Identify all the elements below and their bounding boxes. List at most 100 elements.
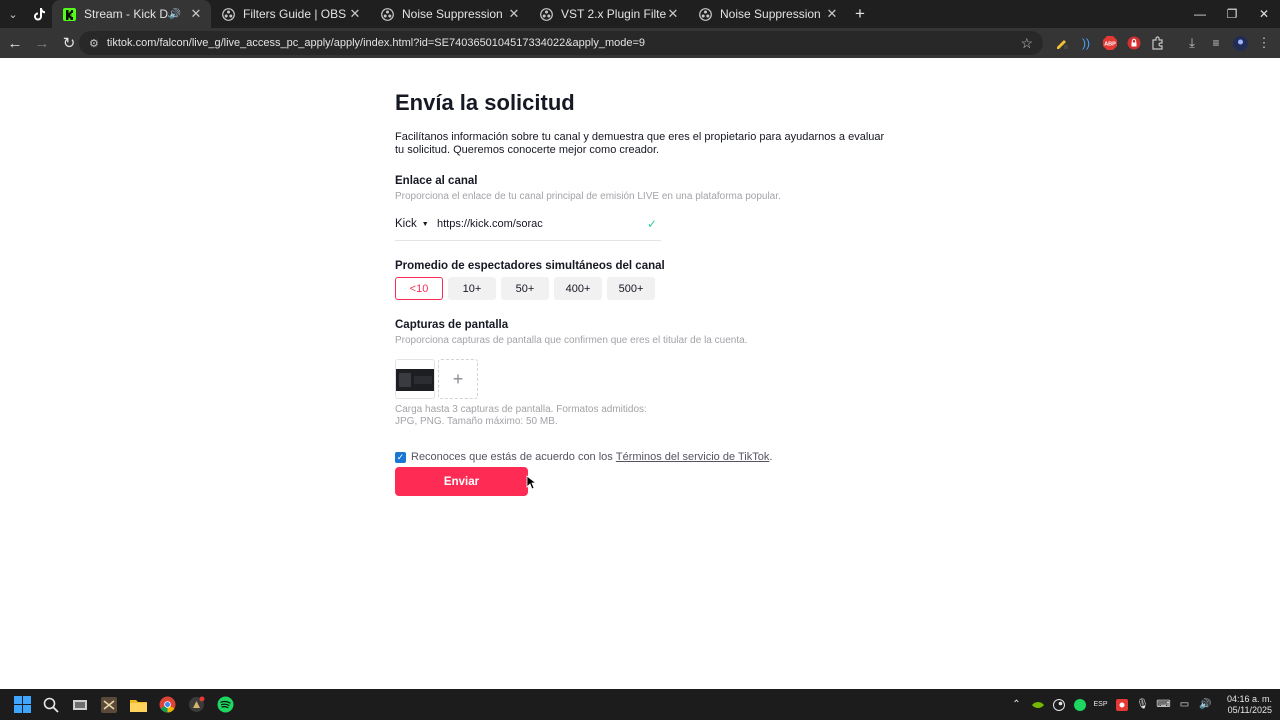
- address-bar[interactable]: ⚙ tiktok.com/falcon/live_g/live_access_p…: [79, 31, 1043, 55]
- viewers-option-10[interactable]: 10+: [448, 277, 496, 300]
- submit-button[interactable]: Enviar: [395, 467, 528, 496]
- viewers-option-500[interactable]: 500+: [607, 277, 655, 300]
- close-icon[interactable]: ✕: [825, 6, 839, 22]
- tab-vst-plugin[interactable]: VST 2.x Plugin Filter | OBS ✕: [529, 0, 688, 28]
- svg-text:ABP: ABP: [1104, 42, 1116, 48]
- channel-link-helper: Proporciona el enlace de tu canal princi…: [395, 191, 781, 202]
- keyboard-icon[interactable]: ⌨: [1153, 694, 1174, 715]
- page-title: Envía la solicitud: [395, 90, 575, 115]
- new-tab-button[interactable]: +: [847, 0, 873, 28]
- close-icon[interactable]: ✕: [507, 6, 521, 22]
- chrome-icon[interactable]: [153, 691, 181, 719]
- channel-link-field: Kick ▼ ✓: [395, 208, 661, 241]
- edit-extension-icon[interactable]: [1050, 31, 1074, 55]
- terms-prefix: Reconoces que estás de acuerdo con los: [411, 451, 613, 463]
- pinned-tab-tiktok[interactable]: [26, 0, 52, 28]
- app-icon-streaming[interactable]: [182, 691, 210, 719]
- back-icon[interactable]: ←: [3, 31, 27, 55]
- language-icon[interactable]: ESP: [1090, 694, 1111, 715]
- tab-noise-suppression-1[interactable]: Noise Suppression Filter | OBS ✕: [370, 0, 529, 28]
- tiktok-icon: [34, 7, 45, 20]
- viewers-option-50[interactable]: 50+: [501, 277, 549, 300]
- file-explorer-icon[interactable]: [124, 691, 152, 719]
- viewers-option-lt10[interactable]: <10: [395, 277, 443, 300]
- viewers-option-400[interactable]: 400+: [554, 277, 602, 300]
- nvidia-icon[interactable]: [1027, 694, 1048, 715]
- viewers-label: Promedio de espectadores simultáneos del…: [395, 260, 665, 272]
- terms-link[interactable]: Términos del servicio de TikTok: [616, 451, 769, 463]
- url-text[interactable]: tiktok.com/falcon/live_g/live_access_pc_…: [107, 37, 1021, 49]
- windows-taskbar: ⌃ ESP 🎙 ⌨ ▭ 🔊 04:16 a. m. 05/11/2025: [0, 689, 1280, 720]
- speaker-icon[interactable]: 🔊: [169, 9, 181, 20]
- extensions-puzzle-icon[interactable]: [1146, 31, 1170, 55]
- mouse-cursor-icon: [526, 475, 536, 490]
- channel-url-input[interactable]: [437, 218, 647, 230]
- download-icon[interactable]: ⤓: [1180, 31, 1204, 55]
- obs-icon: [698, 7, 712, 21]
- intro-text: Facilítanos información sobre tu canal y…: [395, 131, 885, 156]
- media-control-icon[interactable]: ≡: [1204, 31, 1228, 55]
- site-info-icon[interactable]: ⚙: [89, 37, 99, 50]
- platform-value: Kick: [395, 218, 417, 230]
- extensions-area: )) ABP ⤓ ≡ ⋮: [1050, 31, 1276, 55]
- browser-menu-icon[interactable]: ⋮: [1252, 31, 1276, 55]
- tab-title: Filters Guide | OBS: [243, 7, 347, 21]
- check-icon: ✓: [646, 217, 657, 231]
- windows-start-icon[interactable]: [8, 691, 36, 719]
- platform-select[interactable]: Kick ▼: [395, 218, 437, 230]
- add-screenshot-button[interactable]: +: [438, 359, 478, 399]
- microphone-icon[interactable]: 🎙: [1132, 694, 1153, 715]
- viewers-options: <10 10+ 50+ 400+ 500+: [395, 277, 655, 300]
- terms-checkbox[interactable]: ✓: [395, 451, 406, 463]
- caret-down-icon: ▼: [421, 220, 429, 228]
- upload-note: Carga hasta 3 capturas de pantalla. Form…: [395, 404, 647, 427]
- tab-title: VST 2.x Plugin Filter | OBS: [561, 7, 666, 21]
- task-view-icon[interactable]: [66, 691, 94, 719]
- close-icon[interactable]: ✕: [348, 6, 362, 22]
- chevron-up-icon[interactable]: ⌃: [1006, 694, 1027, 715]
- reload-icon[interactable]: ↻: [57, 31, 81, 55]
- minimize-icon[interactable]: —: [1184, 0, 1216, 28]
- plus-icon: +: [452, 368, 464, 389]
- clock-time: 04:16 a. m.: [1226, 693, 1272, 704]
- tab-title: Stream - Kick Dashboard: [84, 7, 169, 21]
- close-window-icon[interactable]: ✕: [1248, 0, 1280, 28]
- steam-icon[interactable]: [1048, 694, 1069, 715]
- screenshot-image: [396, 369, 434, 391]
- forward-icon[interactable]: →: [30, 31, 54, 55]
- app-icon-game[interactable]: [95, 691, 123, 719]
- obs-icon: [539, 7, 553, 21]
- volume-icon[interactable]: 🔊: [1195, 694, 1216, 715]
- screenshots-label: Capturas de pantalla: [395, 319, 509, 331]
- audio-extension-icon[interactable]: )): [1074, 31, 1098, 55]
- spotify-icon[interactable]: [211, 691, 239, 719]
- window-controls: — ❐ ✕: [1184, 0, 1280, 28]
- spotify-tray-icon[interactable]: [1069, 694, 1090, 715]
- terms-row: ✓ Reconoces que estás de acuerdo con los…: [395, 451, 772, 463]
- tab-kick-dashboard[interactable]: Stream - Kick Dashboard 🔊 ✕: [52, 0, 211, 28]
- clock-date: 05/11/2025: [1227, 704, 1272, 715]
- close-icon[interactable]: ✕: [666, 6, 680, 22]
- tab-search-icon[interactable]: ⌄: [0, 0, 26, 28]
- maximize-icon[interactable]: ❐: [1216, 0, 1248, 28]
- close-icon[interactable]: ✕: [189, 6, 203, 22]
- tab-filters-guide[interactable]: Filters Guide | OBS ✕: [211, 0, 370, 28]
- obs-icon: [380, 7, 394, 21]
- adblock-icon[interactable]: ABP: [1098, 31, 1122, 55]
- record-icon[interactable]: [1111, 694, 1132, 715]
- profile-avatar[interactable]: [1228, 31, 1252, 55]
- obs-icon: [221, 7, 235, 21]
- browser-tab-strip: ⌄ Stream - Kick Dashboard 🔊 ✕ Filters Gu…: [0, 0, 1280, 28]
- display-icon[interactable]: ▭: [1174, 694, 1195, 715]
- terms-suffix: .: [769, 451, 773, 463]
- lock-extension-icon[interactable]: [1122, 31, 1146, 55]
- channel-link-label: Enlace al canal: [395, 175, 478, 187]
- bookmark-star-icon[interactable]: ☆: [1020, 35, 1033, 52]
- screenshot-thumbnail[interactable]: [395, 359, 435, 399]
- screenshots-helper: Proporciona capturas de pantalla que con…: [395, 335, 748, 346]
- taskbar-clock[interactable]: 04:16 a. m. 05/11/2025: [1216, 694, 1272, 716]
- tab-noise-suppression-2[interactable]: Noise Suppression Filter | OBS ✕: [688, 0, 847, 28]
- browser-toolbar: ← → ↻ ⚙ tiktok.com/falcon/live_g/live_ac…: [0, 28, 1280, 58]
- search-icon[interactable]: [37, 691, 65, 719]
